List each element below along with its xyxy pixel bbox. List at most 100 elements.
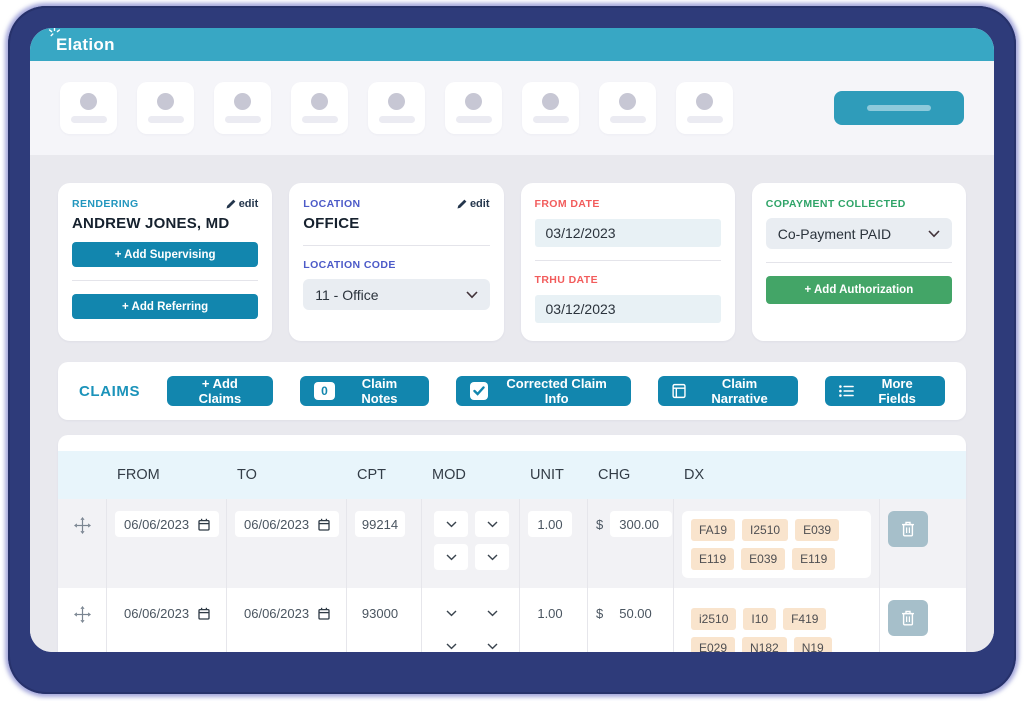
avatar-placeholder-card[interactable]: [522, 82, 579, 134]
dx-code-chip[interactable]: E119: [792, 548, 835, 570]
column-header-to: TO: [226, 467, 346, 483]
dx-code-chip[interactable]: I2510: [742, 519, 788, 541]
avatar-placeholder-card[interactable]: [137, 82, 194, 134]
mod-select-1[interactable]: [434, 511, 468, 537]
avatar-placeholder-card[interactable]: [368, 82, 425, 134]
avatar-placeholder-card[interactable]: [291, 82, 348, 134]
dx-code-chip[interactable]: E039: [795, 519, 839, 541]
avatar-icon: [619, 93, 636, 110]
rendering-card: RENDERING edit ANDREW JONES, MD + Add Su…: [58, 183, 272, 341]
dx-cell: FA19 I2510 E039 E119 E039 E119: [673, 499, 879, 588]
rendering-label: RENDERING: [72, 198, 139, 210]
column-header-unit: UNIT: [519, 467, 587, 483]
checkbox-checked-icon: [470, 382, 488, 400]
mod-select-4[interactable]: [475, 633, 509, 652]
dx-code-chip[interactable]: N19: [794, 637, 832, 652]
avatar-name-placeholder: [302, 116, 338, 123]
trash-icon: [901, 521, 915, 537]
unit-input[interactable]: 1.00: [528, 600, 572, 626]
more-fields-button[interactable]: More Fields: [825, 376, 945, 406]
add-supervising-button[interactable]: + Add Supervising: [72, 242, 258, 267]
drag-handle-icon[interactable]: [74, 517, 91, 534]
to-date-input[interactable]: 06/06/2023: [235, 600, 339, 626]
corrected-claim-info-button[interactable]: Corrected Claim Info: [456, 376, 631, 406]
claim-notes-button[interactable]: 0 Claim Notes: [300, 376, 429, 406]
avatar-name-placeholder: [533, 116, 569, 123]
dates-card: FROM DATE 03/12/2023 TRHU DATE 03/12/202…: [521, 183, 735, 341]
from-date-input[interactable]: 06/06/2023: [115, 511, 219, 537]
claim-narrative-button[interactable]: Claim Narrative: [658, 376, 799, 406]
dx-code-chip[interactable]: E119: [691, 548, 734, 570]
thru-date-input[interactable]: 03/12/2023: [535, 295, 721, 323]
copayment-card: COPAYMENT COLLECTED Co-Payment PAID + Ad…: [752, 183, 966, 341]
avatar-placeholder-card[interactable]: [214, 82, 271, 134]
add-claims-button[interactable]: + Add Claims: [167, 376, 273, 406]
location-edit-link[interactable]: edit: [457, 198, 490, 210]
delete-row-button[interactable]: [888, 600, 928, 636]
dx-code-chip[interactable]: N182: [742, 637, 787, 652]
location-card: LOCATION edit OFFICE LOCATION CODE 11 - …: [289, 183, 503, 341]
dx-code-chip[interactable]: E029: [691, 637, 735, 652]
claims-table: FROM TO CPT MOD UNIT CHG DX 06/06: [58, 435, 966, 652]
rendering-provider-name: ANDREW JONES, MD: [72, 215, 258, 232]
claims-table-body: 06/06/2023 06/06/2023: [58, 499, 966, 652]
to-date-input[interactable]: 06/06/2023: [235, 511, 339, 537]
charge-input[interactable]: 50.00: [610, 600, 672, 626]
calendar-icon: [198, 607, 210, 620]
trash-icon: [901, 610, 915, 626]
avatar-icon: [388, 93, 405, 110]
add-referring-button[interactable]: + Add Referring: [72, 294, 258, 319]
mod-select-3[interactable]: [434, 633, 468, 652]
pencil-icon: [226, 199, 236, 209]
avatar-placeholder-card[interactable]: [599, 82, 656, 134]
cpt-input[interactable]: 93000: [355, 600, 405, 626]
dx-code-chip[interactable]: i2510: [691, 608, 736, 630]
mod-select-2[interactable]: [475, 511, 509, 537]
from-date-input[interactable]: 03/12/2023: [535, 219, 721, 247]
location-code-select[interactable]: 11 - Office: [303, 279, 489, 310]
divider: [535, 260, 721, 261]
drag-handle-icon[interactable]: [74, 606, 91, 623]
avatar-icon: [542, 93, 559, 110]
dx-code-chip[interactable]: I10: [743, 608, 776, 630]
charge-input[interactable]: 300.00: [610, 511, 672, 537]
mod-select-3[interactable]: [434, 544, 468, 570]
avatar-name-placeholder: [225, 116, 261, 123]
calendar-icon: [318, 607, 330, 620]
app-screen: Elation: [30, 28, 994, 652]
avatar-strip: [30, 61, 994, 155]
location-name: OFFICE: [303, 215, 489, 232]
rendering-edit-link[interactable]: edit: [226, 198, 259, 210]
avatar-placeholder-card[interactable]: [445, 82, 502, 134]
unit-input[interactable]: 1.00: [528, 511, 572, 537]
dx-code-chip[interactable]: FA19: [691, 519, 735, 541]
to-cell: 06/06/2023: [226, 588, 346, 652]
avatar-placeholder-card[interactable]: [676, 82, 733, 134]
cpt-input[interactable]: 99214: [355, 511, 405, 537]
mod-select-4[interactable]: [475, 544, 509, 570]
add-authorization-button[interactable]: + Add Authorization: [766, 276, 952, 304]
dx-code-chip[interactable]: F419: [783, 608, 826, 630]
from-date-input[interactable]: 06/06/2023: [115, 600, 219, 626]
cpt-cell: 99214: [346, 499, 421, 588]
calendar-icon: [318, 518, 330, 531]
delete-row-button[interactable]: [888, 511, 928, 547]
dx-cell: i2510I10F419E029N182N19R001: [673, 588, 879, 652]
avatar-name-placeholder: [610, 116, 646, 123]
column-header-dx: DX: [673, 467, 879, 483]
dx-code-chip[interactable]: E039: [741, 548, 785, 570]
avatar-icon: [80, 93, 97, 110]
avatar-icon: [696, 93, 713, 110]
copayment-status-select[interactable]: Co-Payment PAID: [766, 218, 952, 249]
mod-select-1[interactable]: [434, 600, 468, 626]
drag-cell: [58, 588, 106, 652]
divider: [303, 245, 489, 246]
avatar-icon: [311, 93, 328, 110]
avatar-placeholder-card[interactable]: [60, 82, 117, 134]
claims-toolbar: CLAIMS + Add Claims 0 Claim Notes Correc…: [58, 362, 966, 420]
list-icon: [839, 384, 854, 398]
strip-action-button[interactable]: [834, 91, 964, 125]
location-label: LOCATION: [303, 198, 360, 210]
currency-symbol: $: [596, 606, 603, 621]
mod-select-2[interactable]: [475, 600, 509, 626]
